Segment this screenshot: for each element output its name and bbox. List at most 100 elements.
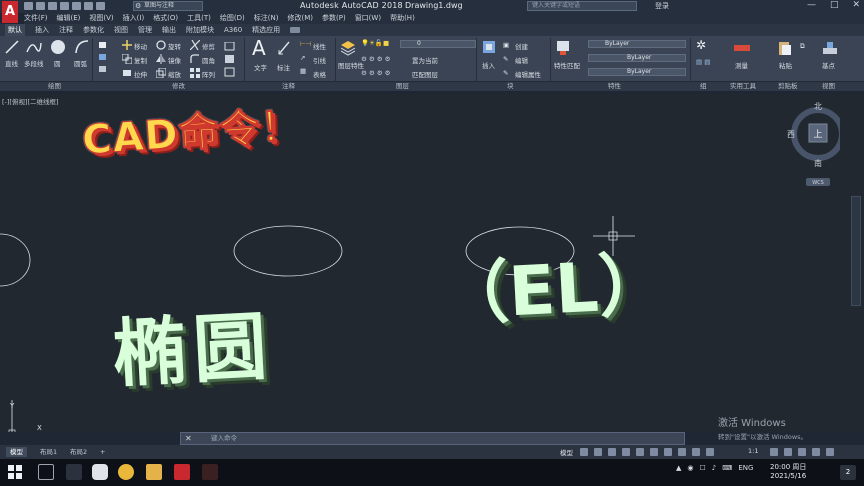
workspace-icon[interactable] <box>692 448 700 456</box>
new-icon[interactable] <box>24 2 33 10</box>
recorder-icon[interactable] <box>202 464 218 480</box>
text-button[interactable]: 文字 <box>254 62 267 72</box>
menu-window[interactable]: 窗口(W) <box>355 13 381 24</box>
mirror-button[interactable]: 镜像 <box>168 55 181 65</box>
layout-tab-layout1[interactable]: 布局1 <box>36 447 61 457</box>
copy-button[interactable]: 复制 <box>134 55 147 65</box>
menu-parametric[interactable]: 参数(P) <box>322 13 346 24</box>
text-icon[interactable]: A <box>252 36 266 60</box>
panel-label-modify[interactable]: 修改 <box>172 82 185 91</box>
tab-output[interactable]: 输出 <box>162 24 176 36</box>
group-tools-icon[interactable]: ▤ ▤ <box>696 58 710 66</box>
copy-icon[interactable] <box>122 54 132 64</box>
base-point-button[interactable]: 基点 <box>822 60 835 70</box>
panel-label-clipboard[interactable]: 剪贴板 <box>778 82 798 91</box>
create-block-icon[interactable]: ▣ <box>503 41 509 49</box>
fillet-button[interactable]: 圆角 <box>202 55 215 65</box>
menu-edit[interactable]: 编辑(E) <box>57 13 81 24</box>
fillet-icon[interactable] <box>190 54 200 64</box>
hardware-icon[interactable] <box>798 448 806 456</box>
command-input[interactable]: 键入命令 <box>211 434 237 442</box>
plus-icon[interactable] <box>784 448 792 456</box>
settings-icon[interactable] <box>770 448 778 456</box>
notification-center[interactable]: 2 <box>840 465 856 480</box>
panel-label-utilities[interactable]: 实用工具 <box>730 82 756 91</box>
move-button[interactable]: 移动 <box>134 41 147 51</box>
mirror-icon[interactable] <box>156 54 166 64</box>
arc-icon[interactable] <box>75 40 89 54</box>
redo-icon[interactable] <box>96 2 105 10</box>
edit-block-icon[interactable]: ✎ <box>503 55 508 63</box>
create-block-button[interactable]: 创建 <box>515 41 528 51</box>
status-model-button[interactable]: 模型 <box>560 447 573 457</box>
insert-button[interactable]: 插入 <box>482 60 495 70</box>
language-indicator[interactable]: ENG <box>738 464 753 472</box>
leader-button[interactable]: 引线 <box>313 55 326 65</box>
paste-button[interactable]: 粘贴 <box>779 60 792 70</box>
menu-view[interactable]: 视图(V) <box>89 13 113 24</box>
table-button[interactable]: 表格 <box>313 69 326 79</box>
menu-help[interactable]: 帮助(H) <box>390 13 415 24</box>
close-button[interactable]: ✕ <box>852 0 860 10</box>
panel-label-draw[interactable]: 绘图 <box>48 82 61 91</box>
trim-icon[interactable] <box>190 40 200 50</box>
maximize-button[interactable]: □ <box>830 0 839 10</box>
tab-insert[interactable]: 插入 <box>35 24 49 36</box>
edit-attributes-button[interactable]: 编辑属性 <box>515 69 541 79</box>
scale-button[interactable]: 缩放 <box>168 69 181 79</box>
ribbon-toggle-icon[interactable] <box>290 27 301 33</box>
lineweight-icon[interactable] <box>664 448 672 456</box>
trim-button[interactable]: 修剪 <box>202 41 215 51</box>
edit-block-button[interactable]: 编辑 <box>515 55 528 65</box>
open-icon[interactable] <box>36 2 45 10</box>
copy-clip-icon[interactable]: ⧉ <box>800 42 805 51</box>
polyline-button[interactable]: 多段线 <box>24 58 44 68</box>
add-layout-icon[interactable]: + <box>96 447 109 457</box>
paste-icon[interactable] <box>778 40 792 56</box>
layout-tab-model[interactable]: 模型 <box>6 447 27 457</box>
layer-tools-2-icon[interactable]: ⚙ ⚙ ⚙ ⚙ <box>361 69 391 77</box>
save-icon[interactable] <box>48 2 57 10</box>
menu-tools[interactable]: 工具(T) <box>187 13 211 24</box>
polyline-icon[interactable] <box>26 40 42 54</box>
ortho-icon[interactable] <box>608 448 616 456</box>
circle-icon[interactable] <box>50 39 66 55</box>
annotation-icon[interactable] <box>678 448 686 456</box>
layer-dropdown[interactable]: 0 <box>400 40 476 48</box>
circle-button[interactable]: 圆 <box>54 58 61 68</box>
clock[interactable]: 20:00 周日 2021/5/16 <box>770 463 806 481</box>
stretch-button[interactable]: 拉伸 <box>134 69 147 79</box>
array-icon[interactable] <box>190 68 200 78</box>
match-layer-button[interactable]: 匹配图层 <box>412 69 438 79</box>
tab-a360[interactable]: A360 <box>224 24 242 36</box>
search-input[interactable]: 键入关键字或短语 <box>527 1 637 11</box>
tab-featured-apps[interactable]: 精选应用 <box>252 24 280 36</box>
ime-icon[interactable]: ⌨ <box>722 464 732 472</box>
navigation-bar[interactable] <box>851 196 861 306</box>
panel-label-properties[interactable]: 特性 <box>608 82 621 91</box>
dimension-icon[interactable] <box>277 40 291 56</box>
print-icon[interactable] <box>72 2 81 10</box>
panel-label-view[interactable]: 视图 <box>822 82 835 91</box>
measure-icon[interactable] <box>733 42 751 54</box>
file-explorer-icon[interactable] <box>146 464 162 480</box>
linetype-dropdown[interactable]: ByLayer <box>588 54 686 62</box>
workspace-dropdown[interactable]: 草图与注释 <box>133 1 203 11</box>
match-properties-icon[interactable] <box>556 40 570 56</box>
sign-in-button[interactable]: 登录 <box>655 1 669 11</box>
linear-button[interactable]: 线性 <box>313 41 326 51</box>
panel-label-layers[interactable]: 图层 <box>396 82 409 91</box>
insert-block-icon[interactable] <box>482 40 496 56</box>
line-icon[interactable] <box>5 40 19 54</box>
menu-dimension[interactable]: 标注(N) <box>254 13 279 24</box>
rotate-button[interactable]: 旋转 <box>168 41 181 51</box>
clean-screen-icon[interactable] <box>812 448 820 456</box>
leader-icon[interactable]: ↗ <box>300 54 305 62</box>
minimize-button[interactable]: — <box>807 0 816 10</box>
match-properties-button[interactable]: 特性匹配 <box>554 60 580 70</box>
windows-start-icon[interactable] <box>8 465 22 479</box>
customize-icon[interactable] <box>826 448 834 456</box>
draw-tools-icon[interactable] <box>98 40 108 76</box>
task-view-icon[interactable] <box>38 464 54 480</box>
grid-icon[interactable] <box>580 448 588 456</box>
